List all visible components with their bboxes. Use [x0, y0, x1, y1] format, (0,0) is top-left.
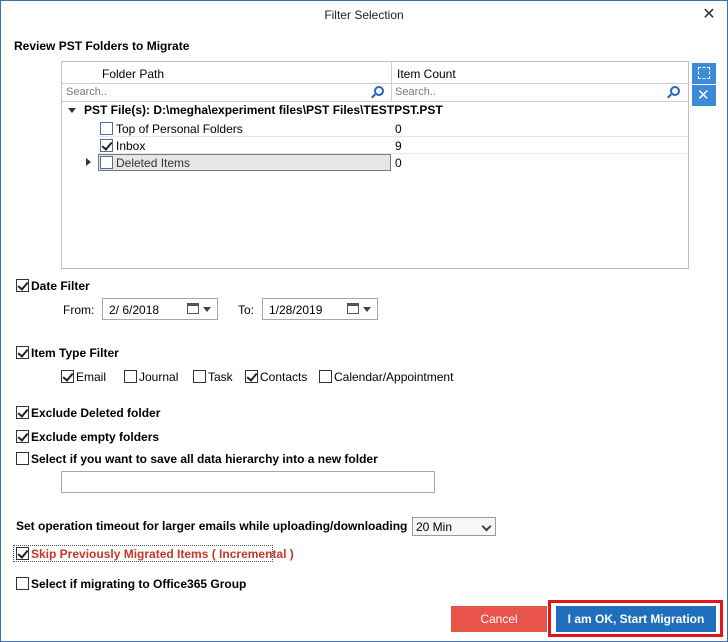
save-hierarchy-checkbox[interactable] [16, 452, 29, 465]
uncheck-all-button[interactable]: ✕ [692, 85, 716, 106]
chevron-down-icon[interactable] [363, 307, 371, 312]
date-filter-checkbox[interactable] [16, 279, 29, 292]
email-label: Email [76, 370, 107, 384]
folder-label: Top of Personal Folders [116, 122, 243, 136]
chevron-down-icon [481, 521, 492, 532]
new-folder-name-input[interactable] [61, 471, 435, 493]
expand-arrow-icon[interactable] [86, 158, 91, 166]
email-checkbox[interactable] [61, 370, 74, 383]
calendar-appointment-label: Calendar/Appointment [334, 370, 454, 384]
close-icon[interactable]: ✕ [699, 5, 719, 25]
timeout-select[interactable]: 20 Min [412, 517, 496, 536]
search-count-input[interactable]: Search.. [395, 86, 436, 98]
contacts-checkbox[interactable] [245, 370, 258, 383]
grid-search-row: Search.. Search.. [62, 84, 688, 102]
skip-migrated-checkbox[interactable] [16, 547, 29, 560]
office365-group-checkbox[interactable] [16, 577, 29, 590]
check-all-button[interactable] [692, 63, 716, 84]
grid-header: Folder Path Item Count [62, 62, 688, 84]
folder-count: 0 [395, 122, 402, 136]
column-separator [391, 62, 392, 84]
timeout-value: 20 Min [416, 520, 453, 534]
folder-count: 9 [395, 139, 402, 153]
to-date-value: 1/28/2019 [269, 303, 323, 317]
folder-checkbox[interactable] [100, 122, 113, 135]
search-icon[interactable] [374, 86, 384, 96]
calendar-icon[interactable] [187, 303, 199, 314]
exclude-empty-label: Exclude empty folders [31, 430, 160, 444]
chevron-down-icon[interactable] [203, 307, 211, 312]
title-bar: Filter Selection ✕ [1, 1, 727, 29]
uncheck-all-icon: ✕ [697, 87, 710, 104]
calendar-appointment-checkbox[interactable] [319, 370, 332, 383]
review-heading: Review PST Folders to Migrate [14, 39, 190, 53]
folder-label: Deleted Items [116, 156, 191, 170]
exclude-deleted-checkbox[interactable] [16, 406, 29, 419]
to-label: To: [238, 303, 255, 317]
skip-migrated-label: Skip Previously Migrated Items ( Increme… [31, 547, 294, 561]
folder-checkbox[interactable] [100, 139, 113, 152]
window-title: Filter Selection [324, 8, 404, 22]
start-migration-button[interactable]: I am OK, Start Migration [556, 606, 716, 632]
calendar-icon[interactable] [347, 303, 359, 314]
from-label: From: [63, 303, 95, 317]
save-hierarchy-label: Select if you want to save all data hier… [31, 452, 378, 466]
item-type-filter-checkbox[interactable] [16, 346, 29, 359]
folder-row[interactable]: Top of Personal Folders 0 [98, 120, 688, 137]
column-separator [391, 84, 392, 102]
folder-count: 0 [395, 156, 402, 170]
from-date-picker[interactable]: 2/ 6/2018 [102, 298, 218, 320]
folder-checkbox[interactable] [100, 156, 113, 169]
task-label: Task [208, 370, 233, 384]
timeout-label: Set operation timeout for larger emails … [16, 519, 408, 533]
folder-row[interactable]: Inbox 9 [98, 137, 688, 154]
exclude-empty-checkbox[interactable] [16, 430, 29, 443]
journal-label: Journal [139, 370, 179, 384]
contacts-label: Contacts [260, 370, 308, 384]
office365-group-label: Select if migrating to Office365 Group [31, 577, 247, 591]
date-filter-label: Date Filter [31, 279, 90, 293]
column-item-count[interactable]: Item Count [397, 67, 456, 81]
collapse-arrow-icon[interactable] [68, 108, 76, 113]
folder-grid: Folder Path Item Count Search.. Search..… [61, 61, 689, 269]
filter-selection-dialog: Filter Selection ✕ Review PST Folders to… [0, 0, 728, 642]
to-date-picker[interactable]: 1/28/2019 [262, 298, 378, 320]
search-path-input[interactable]: Search.. [66, 86, 107, 98]
check-all-icon [698, 67, 710, 79]
folder-row[interactable]: Deleted Items 0 [98, 154, 688, 171]
pst-root-label: PST File(s): D:\megha\experiment files\P… [84, 103, 443, 117]
item-type-filter-label: Item Type Filter [31, 346, 119, 360]
journal-checkbox[interactable] [124, 370, 137, 383]
search-icon[interactable] [670, 86, 680, 96]
exclude-deleted-label: Exclude Deleted folder [31, 406, 161, 420]
column-folder-path[interactable]: Folder Path [102, 67, 164, 81]
from-date-value: 2/ 6/2018 [109, 303, 160, 317]
cancel-button[interactable]: Cancel [451, 606, 547, 632]
task-checkbox[interactable] [193, 370, 206, 383]
folder-label: Inbox [116, 139, 146, 153]
